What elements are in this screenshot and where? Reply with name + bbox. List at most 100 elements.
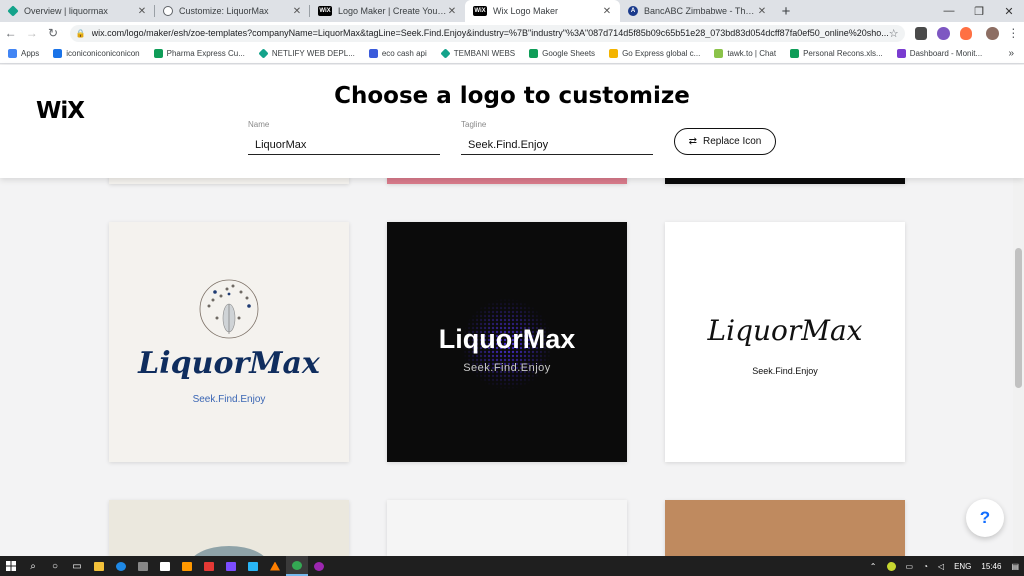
search-icon[interactable]: ⌕ <box>22 556 44 576</box>
back-icon[interactable]: ← <box>0 26 21 40</box>
replace-icon-button[interactable]: ⇄ Replace Icon <box>674 128 776 155</box>
apps-grid-icon <box>8 49 17 58</box>
tab-4[interactable]: A BancABC Zimbabwe - The #ATeam ✕ <box>620 0 775 22</box>
bookmark-item[interactable]: Personal Recons.xls... <box>790 49 883 58</box>
paypal-icon <box>368 49 378 58</box>
sheets-icon <box>153 49 163 58</box>
chevron-up-icon[interactable]: ⌃ <box>870 562 877 571</box>
drive-icon <box>609 49 619 58</box>
lock-icon: 🔒 <box>75 28 86 38</box>
tab-1[interactable]: Customize: LiquorMax ✕ <box>155 0 310 22</box>
vscode-icon[interactable] <box>242 556 264 576</box>
dreamcatcher-icon <box>199 279 259 339</box>
tab-title: Customize: LiquorMax <box>179 6 269 16</box>
mail-icon[interactable] <box>198 556 220 576</box>
netlify-diamond-icon <box>258 48 269 59</box>
photos-icon[interactable] <box>132 556 154 576</box>
forward-icon[interactable]: → <box>21 26 42 40</box>
dashboard-icon <box>896 49 906 58</box>
logo-tagline-text: Seek.Find.Enjoy <box>463 362 551 374</box>
bookmark-item[interactable]: Go Express global c... <box>609 49 700 58</box>
task-view-icon[interactable]: ▭ <box>66 556 88 576</box>
bookmark-item[interactable]: tawk.to | Chat <box>714 49 776 58</box>
app-icon[interactable] <box>308 556 330 576</box>
profile-avatar[interactable] <box>986 26 999 40</box>
battery-icon[interactable]: ▭ <box>906 562 914 571</box>
wix-header: WiX Choose a logo to customize Name Tagl… <box>0 65 1024 178</box>
logo-card-partial-bottom[interactable] <box>665 500 905 556</box>
bookmark-item[interactable]: iconiconiconiconicon <box>53 49 140 58</box>
help-button[interactable]: ? <box>966 499 1004 537</box>
logo-card[interactable]: LiquorMax Seek.Find.Enjoy <box>109 222 349 462</box>
close-icon[interactable]: ✕ <box>447 6 457 17</box>
logo-brand-text: LiquorMax <box>438 324 576 354</box>
name-input[interactable] <box>248 136 440 155</box>
logo-card-partial-bottom[interactable] <box>387 500 627 556</box>
wix-icon: WiX <box>318 6 332 16</box>
chrome-icon[interactable] <box>286 556 308 576</box>
extension-icon[interactable] <box>937 26 950 40</box>
edge-icon[interactable] <box>110 556 132 576</box>
sublime-icon[interactable] <box>176 556 198 576</box>
wix-icon: WiX <box>473 6 487 16</box>
tray-app-icon[interactable] <box>886 561 896 571</box>
page-title: Choose a logo to customize <box>334 83 690 109</box>
scrollbar-thumb[interactable] <box>1015 248 1022 388</box>
infinity-icon[interactable] <box>220 556 242 576</box>
tagline-input[interactable] <box>461 136 653 155</box>
notification-icon[interactable]: ▤ <box>1011 562 1019 571</box>
tab-title: Wix Logo Maker <box>493 6 559 16</box>
bookmark-item[interactable]: Pharma Express Cu... <box>153 49 245 58</box>
minimize-icon[interactable]: — <box>934 0 964 22</box>
windows-start-icon[interactable] <box>0 556 22 576</box>
restore-icon[interactable]: ❐ <box>964 0 994 22</box>
more-bookmarks-icon[interactable]: » <box>1008 48 1014 59</box>
name-label: Name <box>248 120 270 129</box>
bookmark-item[interactable]: eco cash api <box>368 49 427 58</box>
system-tray: ⌃ ▭ ◔ ◁ ENG 15:46 ▤ <box>865 556 1024 576</box>
window-controls: — ❐ ✕ <box>934 0 1024 22</box>
address-bar[interactable]: 🔒 wix.com/logo/maker/esh/zoe-templates?c… <box>69 24 905 42</box>
logo-brand-text: LiquorMax <box>707 314 863 347</box>
tab-3[interactable]: WiX Wix Logo Maker ✕ <box>465 0 620 22</box>
bookmark-item[interactable]: Google Sheets <box>529 49 595 58</box>
page-scrollbar[interactable] <box>1013 178 1024 558</box>
tagline-label: Tagline <box>461 120 487 129</box>
close-icon[interactable]: ✕ <box>137 6 147 17</box>
menu-icon[interactable]: ⋮ <box>1003 26 1024 40</box>
language-indicator[interactable]: ENG <box>954 562 971 571</box>
close-icon[interactable]: ✕ <box>292 6 302 17</box>
volume-icon[interactable]: ◁ <box>938 562 944 571</box>
windows-taskbar: ⌕ ○ ▭ ⌃ ▭ ◔ ◁ ENG 15:46 ▤ <box>0 556 1024 576</box>
bookmark-icon <box>53 49 63 58</box>
tab-0[interactable]: Overview | liquormax ✕ <box>0 0 155 22</box>
file-explorer-icon[interactable] <box>88 556 110 576</box>
clock[interactable]: 15:46 <box>981 562 1001 571</box>
logo-card[interactable]: LiquorMax Seek.Find.Enjoy <box>665 222 905 462</box>
logo-card-partial-bottom[interactable] <box>109 500 349 556</box>
close-icon[interactable]: ✕ <box>757 6 767 17</box>
close-window-icon[interactable]: ✕ <box>994 0 1024 22</box>
store-icon[interactable] <box>154 556 176 576</box>
bookmark-item[interactable]: NETLIFY WEB DEPL... <box>258 48 355 59</box>
close-icon[interactable]: ✕ <box>602 6 612 17</box>
logo-tagline-text: Seek.Find.Enjoy <box>192 394 266 405</box>
cortana-icon[interactable]: ○ <box>44 556 66 576</box>
reload-icon[interactable]: ↻ <box>42 26 63 40</box>
tab-title: BancABC Zimbabwe - The #ATeam <box>644 6 757 16</box>
swap-icon: ⇄ <box>688 136 697 147</box>
bookmark-star-icon[interactable]: ☆ <box>889 27 899 40</box>
bookmark-item[interactable]: TEMBANI WEBS <box>440 48 515 59</box>
bookmark-item[interactable]: Apps <box>8 49 39 58</box>
bookmarks-bar: Apps iconiconiconiconicon Pharma Express… <box>0 44 1024 64</box>
vlc-icon[interactable] <box>264 556 286 576</box>
extension-icon[interactable] <box>914 26 928 40</box>
tab-2[interactable]: WiX Logo Maker | Create Your Own F ✕ <box>310 0 465 22</box>
globe-icon <box>163 6 173 16</box>
wifi-icon[interactable]: ◔ <box>923 562 928 571</box>
extension-icon[interactable] <box>959 26 973 40</box>
logo-card[interactable]: LiquorMax Seek.Find.Enjoy <box>387 222 627 462</box>
new-tab-button[interactable]: + <box>775 0 797 22</box>
logo-brand-text: LiquorMax <box>138 346 320 381</box>
bookmark-item[interactable]: Dashboard - Monit... <box>896 49 982 58</box>
